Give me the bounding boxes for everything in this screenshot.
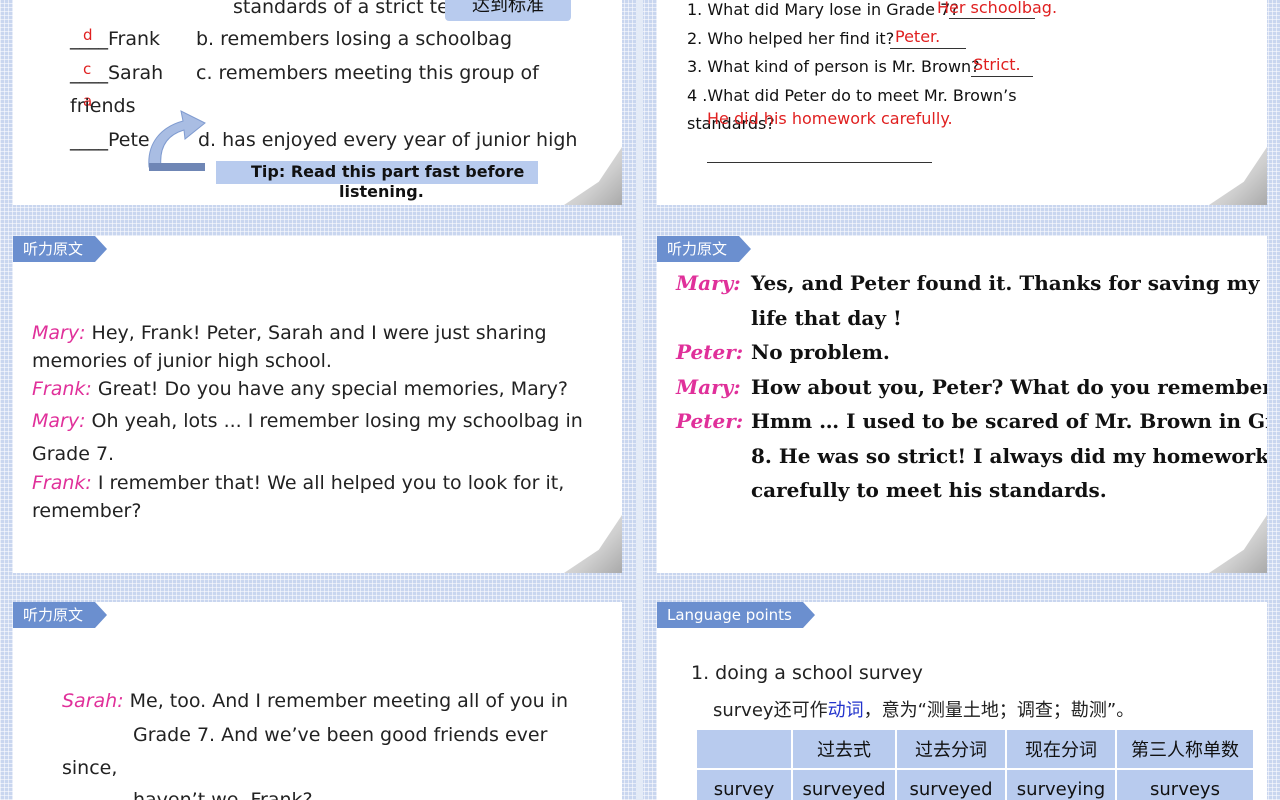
speaker-name: Sarah — [108, 62, 164, 84]
page-curl — [564, 515, 622, 573]
dialogue-line: memories of junior high school. — [32, 347, 332, 375]
option-text: b. remembers losing a schoolbag — [196, 28, 513, 50]
dialogue-line: Mary: Hey, Frank! Peter, Sarah and I wer… — [32, 319, 547, 347]
answer-4: He did his homework carefully. — [707, 109, 953, 128]
option-text: d. has enjoyed every year of junior high — [198, 129, 578, 151]
slide-transcript-2: 听力原文 Mary: Yes, and Peter found it. Than… — [657, 236, 1267, 573]
dialogue-line: remember? — [32, 497, 141, 525]
question-4: 4 .What did Peter do to meet Mr. Brown’s — [687, 86, 1017, 105]
speaker-name: Mary: — [676, 375, 741, 399]
slide-matching: standards of a strict teac 达到标准 d ____ F… — [13, 0, 622, 205]
dialogue-line: Frank: Great! Do you have any special me… — [32, 375, 568, 403]
dialogue-text: Hmm … I used to be scared of Mr. Brown i… — [751, 409, 1267, 433]
point-item: 1. doing a school survey — [691, 662, 923, 684]
slide-questions: 1. What did Mary lose in Grade 7? Her sc… — [657, 0, 1267, 205]
tip-text: listening. — [339, 182, 424, 201]
curved-arrow-icon — [148, 110, 206, 171]
text-line: friends — [70, 95, 136, 117]
speaker-name: Peter: — [676, 409, 744, 433]
answer-1: Her schoolbag. — [937, 0, 1058, 17]
table-cell: survey — [695, 768, 793, 800]
table-header — [695, 728, 793, 770]
dialogue-text: Yes, and Peter found it. Thanks for savi… — [751, 271, 1260, 295]
dialogue-text: Oh yeah, lots ... I remember losing my s… — [85, 410, 583, 432]
slide-language-points: Language points 1. doing a school survey… — [657, 602, 1267, 800]
table-row: 过去式 过去分词 现在分词 第三人称单数 — [695, 728, 1255, 770]
slide-divider — [636, 0, 643, 800]
question-3: 3. What kind of person is Mr. Brown? — [687, 57, 980, 76]
dialogue-text: Grade 7. And we’ve been good friends eve… — [133, 724, 548, 746]
text-line: standards of a strict teac — [233, 0, 471, 18]
page-curl — [1209, 515, 1267, 573]
answer-underline — [890, 47, 966, 49]
speaker-name: Mary: — [32, 322, 86, 344]
dialogue-text: Grade 7. — [32, 443, 115, 465]
dialogue-text: remember? — [32, 500, 142, 522]
table-header: 第三人称单数 — [1115, 728, 1255, 770]
answer-3: Strict. — [973, 55, 1021, 74]
dialogue-line: Frank: I remember that! We all helped yo… — [32, 469, 564, 497]
speaker-name: Frank: — [32, 378, 92, 400]
page-curl — [1209, 147, 1267, 205]
answer-underline — [949, 17, 1035, 19]
answer-blank: ____ — [70, 129, 108, 151]
dialogue-text: How about you, Peter? What do you rememb… — [751, 375, 1267, 399]
speaker-name: Frank: — [32, 472, 92, 494]
dialogue-line: Mary: Oh yeah, lots ... I remember losin… — [32, 407, 583, 435]
slide-transcript-1: 听力原文 Mary: Hey, Frank! Peter, Sarah and … — [13, 236, 622, 573]
point-note: survey还可作动词，意为“测量土地；调查；勘测”。 — [713, 696, 1134, 722]
table-cell: surveying — [1005, 768, 1117, 800]
tip-text: Tip: Read this part fast before — [251, 162, 525, 181]
note-highlight: 动词 — [827, 700, 864, 721]
table-cell: surveyed — [791, 768, 897, 800]
dialogue-text: haven’t we, Frank? — [133, 789, 313, 800]
note-text: survey还可作 — [713, 700, 828, 721]
translation-badge: 达到标准 — [445, 0, 571, 21]
dialogue-text: I remember that! We all helped you to lo… — [91, 472, 565, 494]
dialogue-text: life that day ! — [751, 306, 902, 330]
table-cell: surveyed — [895, 768, 1007, 800]
note-text: ，意为“测量土地；调查；勘测”。 — [863, 700, 1135, 721]
slide-transcript-3: 听力原文 Sarah: Me, too. And I remember meet… — [13, 602, 622, 800]
dialogue-text: since, — [62, 757, 118, 779]
answer-underline — [707, 161, 932, 163]
section-tag: Language points — [657, 602, 815, 628]
table-header: 过去式 — [791, 728, 897, 770]
verb-forms-table: 过去式 过去分词 现在分词 第三人称单数 survey surveyed sur… — [695, 728, 1255, 800]
option-text: c. remembers meeting this group of — [196, 62, 539, 84]
dialogue-text: 8. He was so strict! I always did my hom… — [751, 444, 1267, 468]
dialogue-line: Sarah: Me, too. And I remember meeting a… — [62, 687, 568, 715]
speaker-name: Frank — [108, 28, 161, 50]
question-2: 2. Who helped her find it? — [687, 29, 895, 48]
table-row: survey surveyed surveyed surveying surve… — [695, 768, 1255, 800]
answer-blank: ____ — [70, 62, 108, 84]
table-cell: surveys — [1115, 768, 1255, 800]
question-1: 1. What did Mary lose in Grade 7? — [687, 0, 959, 19]
dialogue-text: Great! Do you have any special memories,… — [91, 378, 568, 400]
table-header: 过去分词 — [895, 728, 1007, 770]
section-tag: 听力原文 — [13, 236, 107, 262]
dialogue-text: memories of junior high school. — [32, 350, 332, 372]
dialogue-text: Hey, Frank! Peter, Sarah and I were just… — [85, 322, 547, 344]
answer-underline — [971, 75, 1033, 77]
table-header: 现在分词 — [1005, 728, 1117, 770]
dialogue-text: No problem. — [751, 340, 890, 364]
answer-blank: ____ — [70, 28, 108, 50]
section-tag: 听力原文 — [657, 236, 751, 262]
speaker-name: Peter: — [676, 340, 744, 364]
dialogue-text: Me, too. And I remember meeting all of y… — [123, 690, 569, 712]
speaker-name: Sarah: — [62, 690, 124, 712]
section-tag: 听力原文 — [13, 602, 107, 628]
answer-2: Peter. — [895, 27, 941, 46]
speaker-name: Mary: — [676, 271, 741, 295]
speaker-name: Mary: — [32, 410, 86, 432]
dialogue-text: carefully to meet his standards. — [751, 478, 1107, 502]
dialogue-line: Grade 7. — [32, 440, 114, 468]
page-curl — [564, 147, 622, 205]
